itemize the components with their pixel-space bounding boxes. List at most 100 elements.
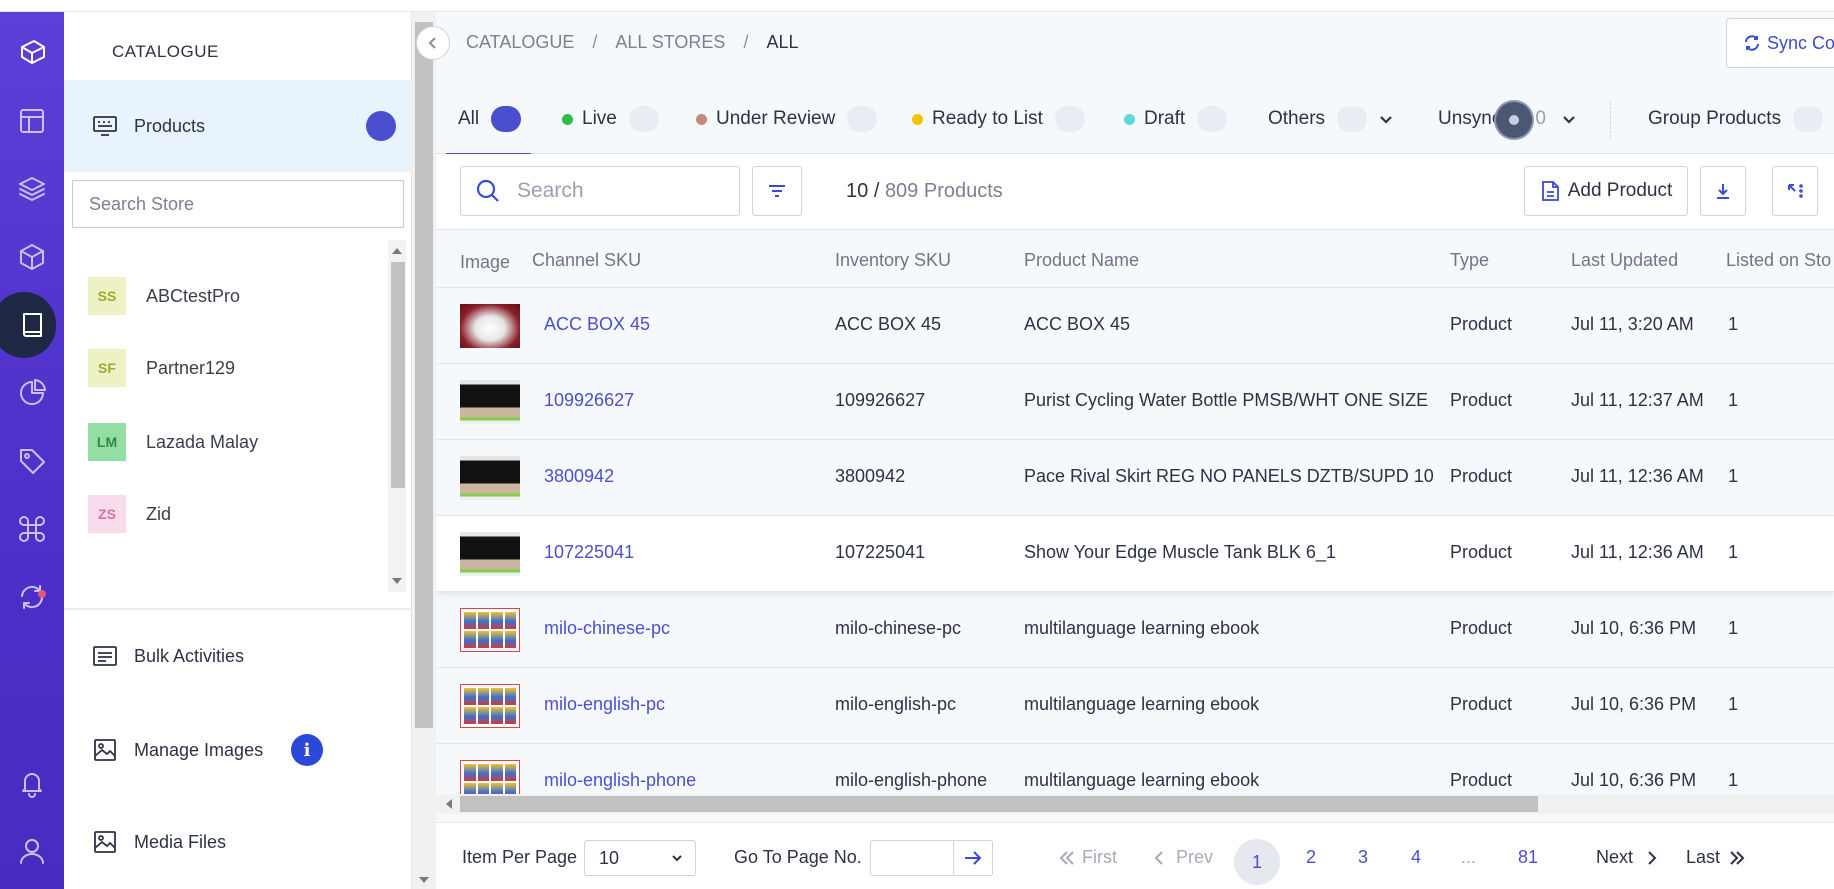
tag-icon[interactable] xyxy=(0,436,64,486)
page-button[interactable]: 2 xyxy=(1306,847,1316,868)
sidebar-item-media-files[interactable]: Media Files xyxy=(92,826,226,858)
table-row[interactable]: 3800942 3800942 Pace Rival Skirt REG NO … xyxy=(436,440,1834,516)
scroll-up-arrow[interactable] xyxy=(392,248,402,254)
tab-count-pill xyxy=(628,106,659,132)
column-header-channel-sku[interactable]: Channel SKU xyxy=(532,250,641,271)
add-product-button[interactable]: Add Product xyxy=(1524,166,1688,216)
sidebar-item-label: Manage Images xyxy=(134,739,264,760)
channel-sku-link[interactable]: 107225041 xyxy=(544,542,634,563)
breadcrumb-all-stores[interactable]: ALL STORES xyxy=(615,32,725,53)
scroll-left-arrow[interactable] xyxy=(446,799,452,809)
collapse-sidebar-button[interactable] xyxy=(416,26,450,60)
product-type: Product xyxy=(1450,314,1513,334)
scroll-thumb[interactable] xyxy=(415,22,433,728)
media-icon xyxy=(94,831,116,853)
channel-sku-link[interactable]: 3800942 xyxy=(544,466,614,487)
channel-sku-link[interactable]: ACC BOX 45 xyxy=(544,314,650,335)
last-page-button[interactable]: Last xyxy=(1686,847,1746,868)
table-row[interactable]: 107225041 107225041 Show Your Edge Muscl… xyxy=(436,516,1834,592)
tab-count: 0 xyxy=(1535,108,1546,129)
store-item[interactable]: LM Lazada Malay xyxy=(88,422,258,462)
tab-live[interactable]: Live xyxy=(562,84,659,154)
chevron-down-icon[interactable] xyxy=(1379,112,1393,126)
chevron-down-icon xyxy=(672,855,682,862)
column-header-image[interactable]: Image xyxy=(460,252,510,273)
column-header-last-updated[interactable]: Last Updated xyxy=(1571,250,1678,271)
dashboard-icon[interactable] xyxy=(0,96,64,146)
channel-sku-link[interactable]: milo-english-phone xyxy=(544,770,696,791)
product-thumbnail[interactable] xyxy=(460,608,520,652)
goto-page-input[interactable] xyxy=(870,840,954,876)
tab-all[interactable]: All xyxy=(445,84,532,155)
command-icon[interactable] xyxy=(0,504,64,554)
channel-sku-link[interactable]: milo-chinese-pc xyxy=(544,618,670,639)
per-page-value: 10 xyxy=(599,847,620,868)
sidebar-item-bulk-activities[interactable]: Bulk Activities xyxy=(92,640,244,672)
sidebar-page-scrollbar[interactable] xyxy=(412,12,436,889)
catalogue-book-icon[interactable] xyxy=(0,292,64,358)
product-thumbnail[interactable] xyxy=(460,456,520,500)
product-thumbnail[interactable] xyxy=(460,532,520,576)
more-options-button[interactable] xyxy=(1772,166,1818,216)
tab-group-products[interactable]: Group Products xyxy=(1648,84,1824,154)
table-row[interactable]: milo-chinese-pc milo-chinese-pc multilan… xyxy=(436,592,1834,668)
bell-icon[interactable] xyxy=(0,758,64,808)
goto-page-button[interactable] xyxy=(953,840,993,876)
scroll-thumb[interactable] xyxy=(391,262,405,488)
chevron-down-icon[interactable] xyxy=(1562,112,1576,126)
page-button[interactable]: 81 xyxy=(1518,847,1538,868)
box-icon[interactable] xyxy=(0,232,64,282)
catalogue-sidebar: CATALOGUE Products Search Store SS ABCte… xyxy=(64,12,412,889)
product-thumbnail[interactable] xyxy=(460,684,520,728)
product-thumbnail[interactable] xyxy=(460,304,520,348)
product-name: Show Your Edge Muscle Tank BLK 6_1 xyxy=(1024,542,1336,562)
page-button[interactable]: 4 xyxy=(1411,847,1421,868)
next-page-button[interactable]: Next xyxy=(1596,847,1661,868)
analytics-pie-icon[interactable] xyxy=(0,368,64,418)
column-header-type[interactable]: Type xyxy=(1450,250,1489,271)
column-header-product-name[interactable]: Product Name xyxy=(1024,250,1139,271)
search-input[interactable]: Search xyxy=(460,166,740,216)
table-row[interactable]: milo-english-pc milo-english-pc multilan… xyxy=(436,668,1834,744)
tab-under-review[interactable]: Under Review xyxy=(696,84,878,154)
last-updated: Jul 11, 3:20 AM xyxy=(1571,314,1694,334)
store-search-input[interactable]: Search Store xyxy=(72,180,404,228)
first-label: First xyxy=(1082,847,1117,867)
user-icon[interactable] xyxy=(0,826,64,876)
channel-sku-link[interactable]: milo-english-pc xyxy=(544,694,665,715)
scroll-thumb[interactable] xyxy=(460,796,1538,812)
sync-catalogue-button[interactable]: Sync Co xyxy=(1726,18,1834,68)
page-button[interactable]: 3 xyxy=(1358,847,1368,868)
scroll-down-arrow[interactable] xyxy=(419,877,429,883)
store-name: Partner129 xyxy=(146,357,236,378)
store-item[interactable]: ZS Zid xyxy=(88,494,171,534)
store-item[interactable]: SF Partner129 xyxy=(88,348,235,388)
sync-icon[interactable] xyxy=(0,572,64,622)
prev-page-button[interactable]: Prev xyxy=(1150,847,1213,868)
store-item[interactable]: SS ABCtestPro xyxy=(88,276,240,316)
tab-draft[interactable]: Draft xyxy=(1124,84,1228,154)
table-row[interactable]: 109926627 109926627 Purist Cycling Water… xyxy=(436,364,1834,440)
column-header-inventory-sku[interactable]: Inventory SKU xyxy=(835,250,951,271)
sidebar-item-manage-images[interactable]: Manage Images i xyxy=(92,734,324,766)
per-page-select[interactable]: 10 xyxy=(584,840,696,876)
channel-sku-link[interactable]: 109926627 xyxy=(544,390,634,411)
scroll-down-arrow[interactable] xyxy=(392,578,402,584)
logo-icon[interactable] xyxy=(0,28,64,78)
page-button-current[interactable]: 1 xyxy=(1234,839,1280,885)
tab-others[interactable]: Others xyxy=(1268,84,1393,154)
inventory-sku: ACC BOX 45 xyxy=(835,314,942,334)
column-header-listed-on-store[interactable]: Listed on Sto xyxy=(1726,250,1831,271)
filter-button[interactable] xyxy=(752,166,802,216)
tab-ready-to-list[interactable]: Ready to List xyxy=(912,84,1085,154)
layers-icon[interactable] xyxy=(0,164,64,214)
table-row[interactable]: ACC BOX 45 ACC BOX 45 ACC BOX 45 Product… xyxy=(436,288,1834,364)
table-horizontal-scrollbar[interactable] xyxy=(436,794,1834,814)
first-page-button[interactable]: First xyxy=(1058,847,1117,868)
product-thumbnail[interactable] xyxy=(460,380,520,424)
download-button[interactable] xyxy=(1700,166,1746,216)
store-list-scrollbar[interactable] xyxy=(388,240,406,592)
breadcrumb-catalogue[interactable]: CATALOGUE xyxy=(466,32,574,53)
sidebar-item-products[interactable]: Products xyxy=(64,80,412,172)
info-icon[interactable]: i xyxy=(291,734,324,766)
